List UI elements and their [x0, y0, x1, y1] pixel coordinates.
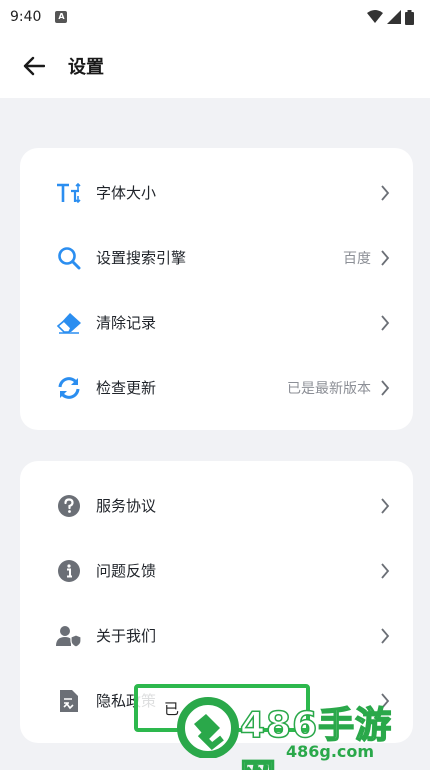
row-label: 设置搜索引擎 [96, 249, 187, 267]
row-value: 百度 [343, 250, 371, 267]
chevron-right-icon [379, 497, 391, 515]
row-about-us[interactable]: 关于我们 [20, 603, 413, 668]
row-label: 关于我们 [96, 627, 157, 645]
wifi-icon [367, 10, 383, 23]
row-service-agreement[interactable]: 服务协议 [20, 473, 413, 538]
user-shield-icon [56, 623, 82, 649]
signal-icon [387, 10, 401, 24]
question-icon [56, 493, 82, 519]
row-font-size[interactable]: 字体大小 [20, 160, 413, 225]
back-arrow-icon [23, 56, 45, 76]
font-size-icon [56, 180, 82, 206]
back-button[interactable] [0, 34, 68, 98]
search-icon [56, 245, 82, 271]
chevron-right-icon [379, 627, 391, 645]
app-bar: 设置 [0, 34, 430, 98]
chevron-right-icon [379, 562, 391, 580]
info-icon [56, 558, 82, 584]
status-icons [367, 9, 414, 25]
notification-icon: A [55, 11, 68, 23]
row-label: 清除记录 [96, 314, 157, 332]
chevron-right-icon [379, 379, 391, 397]
watermark-logo-icon [177, 697, 239, 758]
row-feedback[interactable]: 问题反馈 [20, 538, 413, 603]
row-label: 字体大小 [96, 184, 157, 202]
refresh-icon [56, 375, 82, 401]
battery-icon [405, 9, 414, 25]
status-time: 9:40 [10, 9, 42, 25]
chevron-right-icon [379, 184, 391, 202]
watermark-domain: 486g.com [286, 742, 375, 761]
watermark: 486手游网 486g.com [176, 690, 426, 770]
settings-group-general: 字体大小 设置搜索引擎 百度 清除记录 检查更新 已是最新版本 [20, 148, 413, 430]
status-bar: 9:40 A [0, 0, 430, 34]
row-label: 服务协议 [96, 497, 157, 515]
row-check-update[interactable]: 检查更新 已是最新版本 [20, 355, 413, 420]
row-clear-history[interactable]: 清除记录 [20, 290, 413, 355]
row-label: 检查更新 [96, 379, 157, 397]
row-label: 问题反馈 [96, 562, 157, 580]
chevron-right-icon [379, 249, 391, 267]
row-search-engine[interactable]: 设置搜索引擎 百度 [20, 225, 413, 290]
page-title: 设置 [68, 57, 104, 78]
row-value: 已是最新版本 [287, 380, 371, 397]
document-icon [56, 688, 82, 714]
chevron-right-icon [379, 314, 391, 332]
eraser-icon [56, 310, 82, 336]
